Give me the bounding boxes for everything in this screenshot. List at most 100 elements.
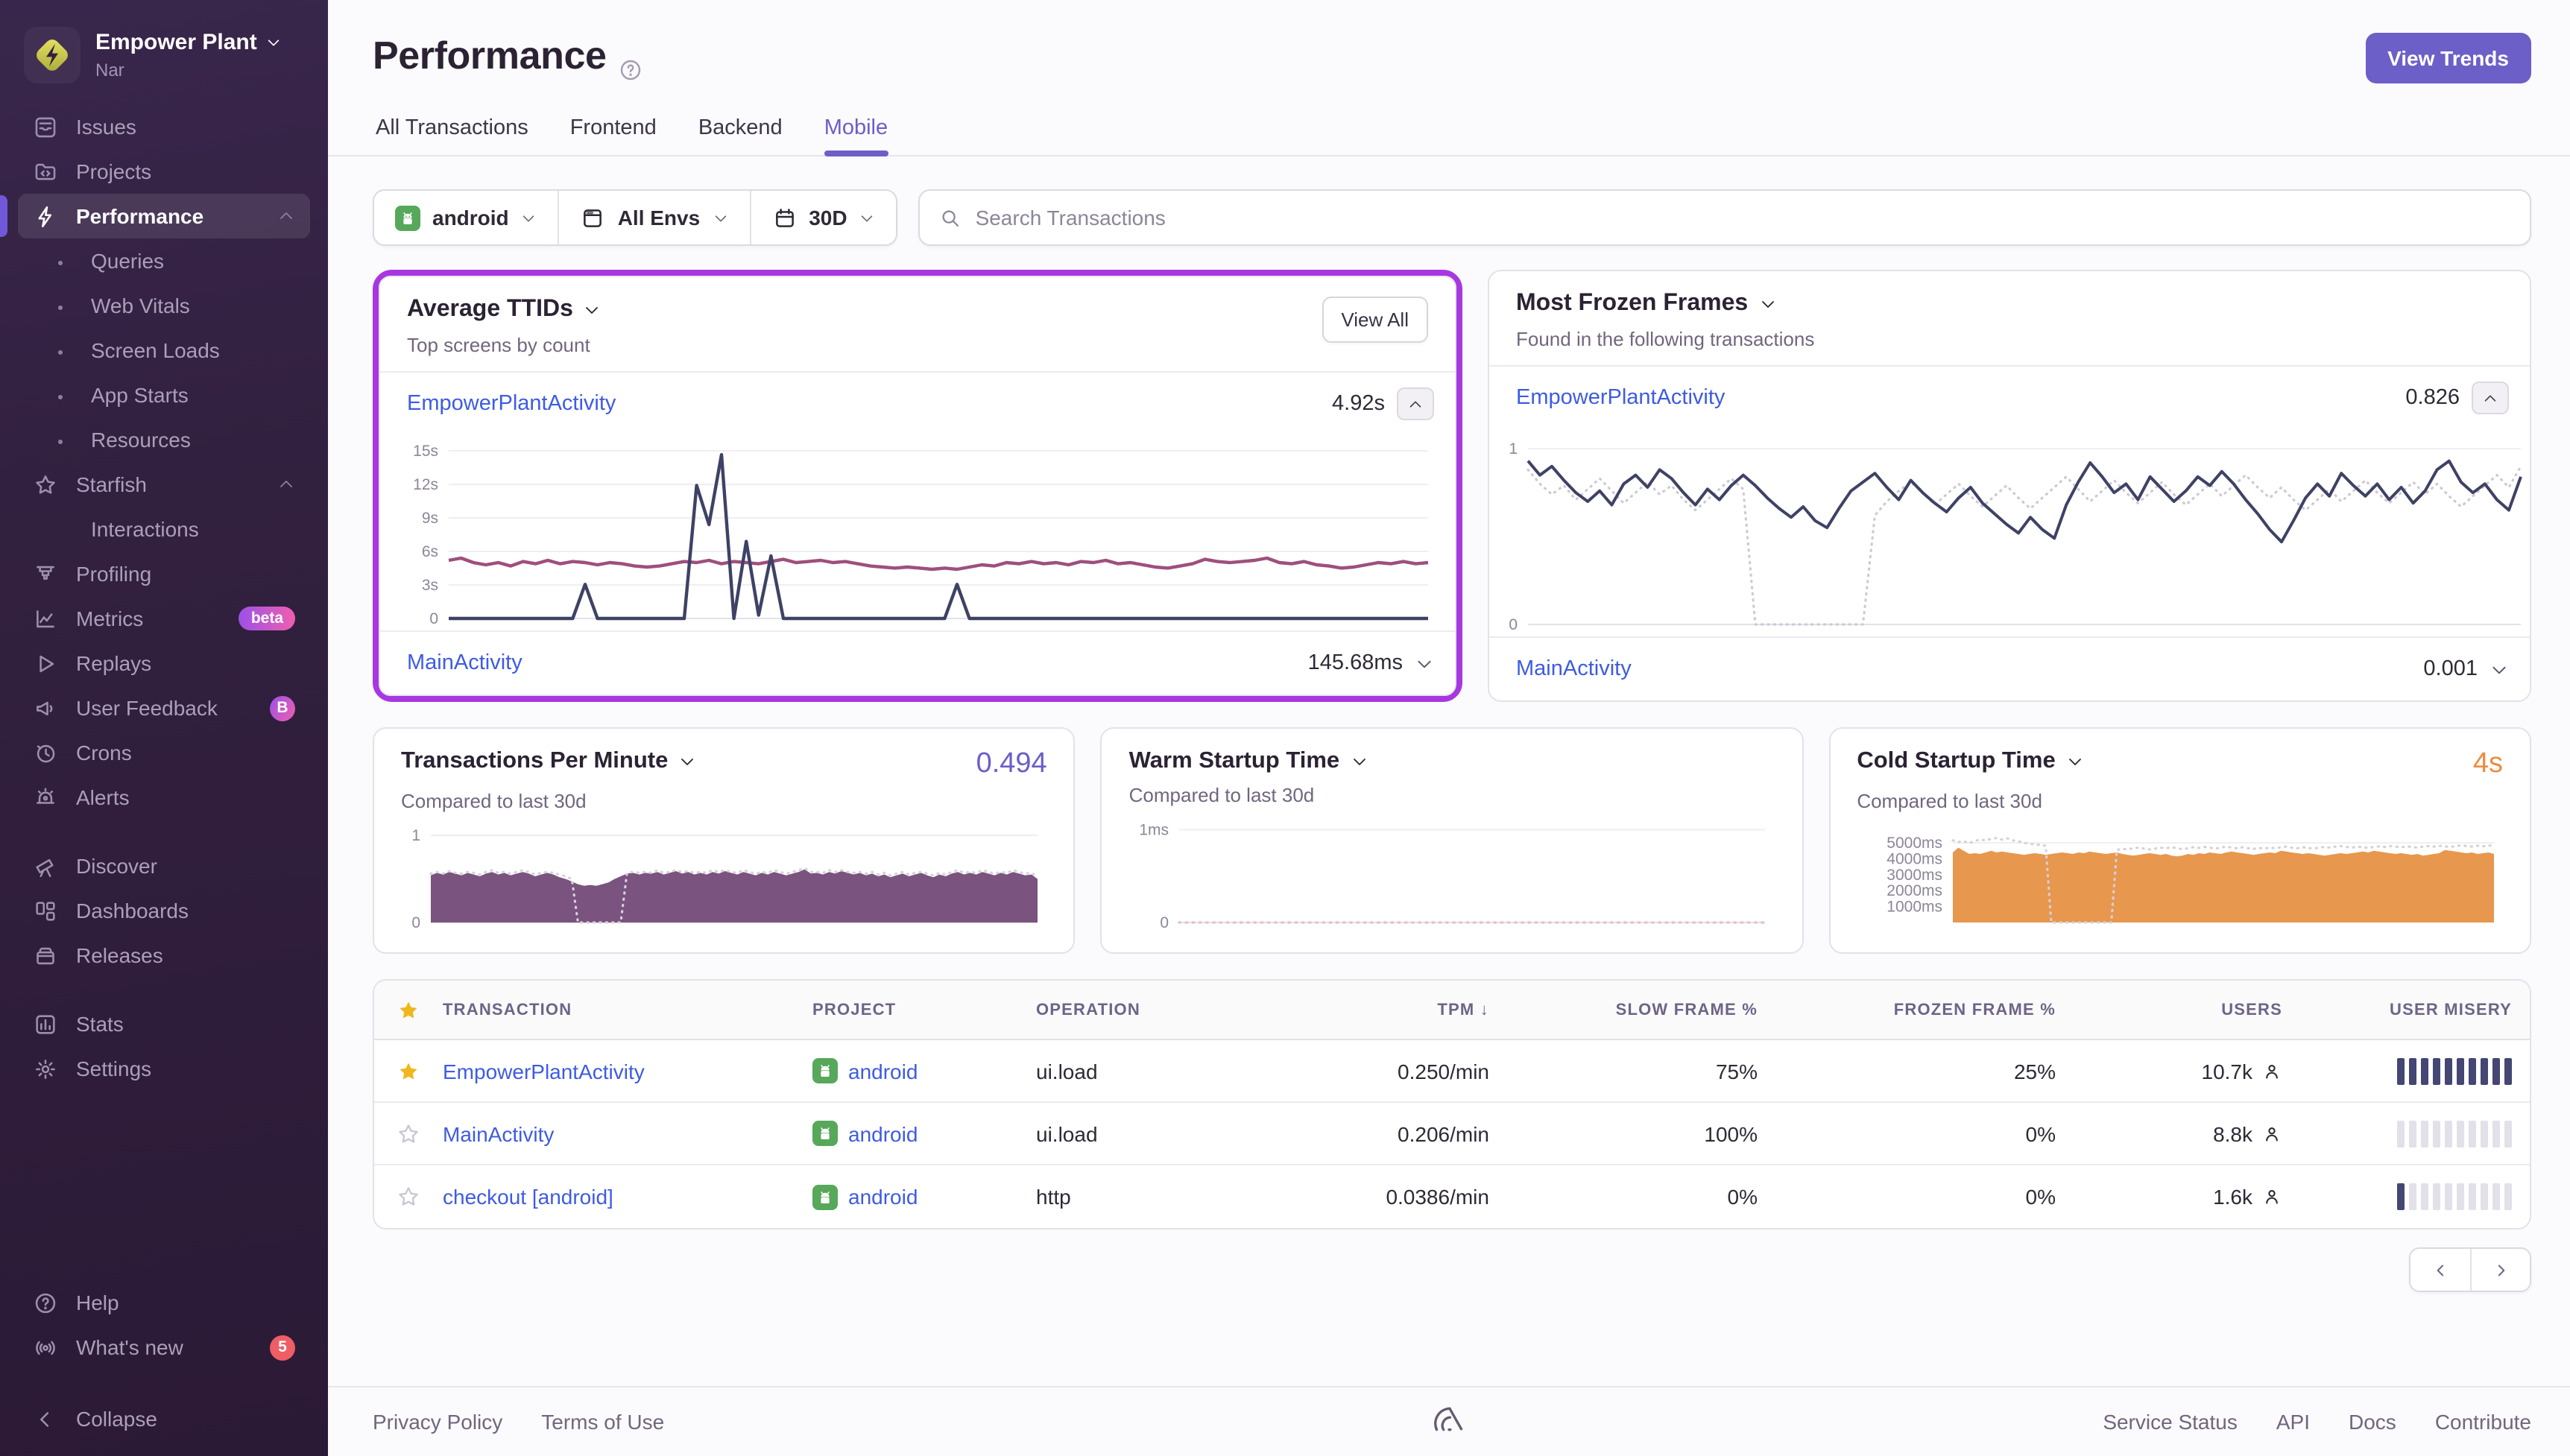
- prev-page-button[interactable]: [2410, 1249, 2470, 1291]
- column-header-tpm[interactable]: TPM ↓: [1286, 1001, 1510, 1019]
- expand-toggle-chevron[interactable]: [1415, 653, 1434, 673]
- active-accent-bar: [0, 195, 7, 237]
- transaction-link[interactable]: EmpowerPlantActivity: [443, 1059, 645, 1083]
- user-misery-bars: [2303, 1120, 2530, 1147]
- star-toggle[interactable]: [374, 1185, 443, 1209]
- avg-ttids-title[interactable]: Average TTIDs: [407, 297, 602, 323]
- search-input[interactable]: [975, 206, 2510, 230]
- footer-link-docs[interactable]: Docs: [2349, 1410, 2396, 1434]
- svg-text:6s: 6s: [422, 543, 438, 560]
- svg-text:12s: 12s: [413, 476, 438, 493]
- transaction-link[interactable]: MainActivity: [1516, 657, 1632, 681]
- sidebar-item-label: What's new: [76, 1335, 183, 1359]
- chevron-down-icon: [587, 307, 599, 314]
- tab-backend[interactable]: Backend: [698, 116, 783, 155]
- footer-link-api[interactable]: API: [2276, 1410, 2310, 1434]
- sidebar-item-crons[interactable]: Crons: [18, 730, 310, 775]
- transaction-link[interactable]: EmpowerPlantActivity: [407, 392, 616, 416]
- sidebar-item-replays[interactable]: Replays: [18, 641, 310, 686]
- tab-all-transactions[interactable]: All Transactions: [376, 116, 528, 155]
- sidebar-item-settings[interactable]: Settings: [18, 1046, 310, 1091]
- org-switcher[interactable]: Empower Plant Nar: [0, 21, 328, 104]
- column-header-slow-frame-[interactable]: SLOW FRAME %: [1510, 1001, 1778, 1019]
- star-icon: [33, 472, 58, 497]
- avg-ttids-panel: Average TTIDs Top screens by count View …: [379, 276, 1456, 696]
- tab-mobile[interactable]: Mobile: [824, 116, 888, 156]
- column-header-project[interactable]: PROJECT: [812, 1001, 1036, 1019]
- telescope-icon: [33, 853, 58, 879]
- sidebar-item-metrics[interactable]: Metrics beta: [18, 596, 310, 641]
- warm-startup-subtitle: Compared to last 30d: [1128, 784, 1315, 806]
- table-row: checkout [android] android http 0.0386/min 0…: [374, 1165, 2530, 1228]
- sidebar-collapse[interactable]: Collapse: [18, 1396, 310, 1441]
- column-header-frozen-frame-[interactable]: FROZEN FRAME %: [1778, 1001, 2077, 1019]
- help-icon[interactable]: [619, 46, 642, 80]
- sidebar-item-interactions[interactable]: Interactions: [18, 507, 310, 551]
- tab-frontend[interactable]: Frontend: [570, 116, 657, 155]
- star-toggle[interactable]: [374, 1059, 443, 1083]
- transaction-link[interactable]: MainActivity: [407, 651, 522, 675]
- column-header-operation[interactable]: OPERATION: [1036, 1001, 1286, 1019]
- sidebar-item-discover[interactable]: Discover: [18, 843, 310, 888]
- column-header-user-misery[interactable]: USER MISERY: [2303, 1001, 2530, 1019]
- project-link[interactable]: android: [848, 1121, 918, 1145]
- sidebar-item-issues[interactable]: Issues: [18, 104, 310, 149]
- sidebar-item-screen-loads[interactable]: Screen Loads: [18, 328, 310, 373]
- user-icon: [2266, 1127, 2278, 1141]
- view-all-button[interactable]: View All: [1322, 297, 1428, 343]
- project-link[interactable]: android: [848, 1059, 918, 1083]
- sidebar-item-user-feedback[interactable]: User Feedback B: [18, 686, 310, 730]
- sidebar-item-dashboards[interactable]: Dashboards: [18, 888, 310, 933]
- env-filter[interactable]: All Envs: [558, 191, 750, 244]
- collapse-toggle-button[interactable]: [2472, 382, 2509, 414]
- chevron-down-icon: [859, 209, 876, 226]
- project-filter[interactable]: android: [374, 191, 558, 244]
- sidebar-item-label: Metrics: [76, 607, 144, 630]
- next-page-button[interactable]: [2470, 1249, 2530, 1291]
- sidebar-item-stats[interactable]: Stats: [18, 1001, 310, 1046]
- frozen-frames-title[interactable]: Most Frozen Frames: [1516, 291, 1814, 317]
- cold-startup-title[interactable]: Cold Startup Time: [1857, 748, 2083, 775]
- sidebar-item-help[interactable]: Help: [18, 1280, 310, 1325]
- sidebar-item-alerts[interactable]: Alerts: [18, 775, 310, 820]
- star-toggle[interactable]: [374, 1121, 443, 1145]
- sidebar-item-performance[interactable]: Performance: [0, 194, 310, 238]
- chevron-down-icon: [1761, 301, 1774, 308]
- transaction-link[interactable]: EmpowerPlantActivity: [1516, 386, 1725, 410]
- dashboards-icon: [33, 898, 58, 923]
- footer-link-privacy-policy[interactable]: Privacy Policy: [373, 1410, 502, 1434]
- sidebar-item-label: Discover: [76, 854, 157, 878]
- transaction-link[interactable]: checkout [android]: [443, 1185, 613, 1209]
- view-trends-button[interactable]: View Trends: [2365, 33, 2531, 83]
- tpm-title[interactable]: Transactions Per Minute: [401, 748, 696, 775]
- sidebar-item-app-starts[interactable]: App Starts: [18, 373, 310, 417]
- footer-link-contribute[interactable]: Contribute: [2435, 1410, 2531, 1434]
- sidebar-item-releases[interactable]: Releases: [18, 933, 310, 978]
- sidebar-item-profiling[interactable]: Profiling: [18, 551, 310, 596]
- collapse-label: Collapse: [76, 1407, 157, 1431]
- sidebar-item-label: Stats: [76, 1012, 124, 1036]
- sidebar-item-queries[interactable]: Queries: [18, 238, 310, 283]
- footer-link-terms-of-use[interactable]: Terms of Use: [541, 1410, 664, 1434]
- sidebar-item-what-s-new[interactable]: What's new 5: [18, 1325, 310, 1370]
- collapse-toggle-button[interactable]: [1397, 387, 1434, 420]
- frozen-frame-cell: 25%: [2013, 1059, 2056, 1083]
- column-header-transaction[interactable]: TRANSACTION: [443, 1001, 812, 1019]
- chevron-down-icon: [712, 209, 728, 226]
- footer-link-service-status[interactable]: Service Status: [2103, 1410, 2238, 1434]
- sidebar-item-projects[interactable]: Projects: [18, 149, 310, 194]
- star-column-header[interactable]: [374, 998, 443, 1022]
- org-logo: [24, 27, 80, 83]
- warm-startup-title[interactable]: Warm Startup Time: [1129, 748, 1368, 775]
- expand-toggle-chevron[interactable]: [2490, 659, 2509, 679]
- date-filter[interactable]: 30D: [749, 191, 896, 244]
- sidebar-item-label: Performance: [76, 204, 204, 228]
- sidebar-item-web-vitals[interactable]: Web Vitals: [18, 283, 310, 328]
- svg-text:3000ms: 3000ms: [1887, 867, 1942, 884]
- transaction-link[interactable]: MainActivity: [443, 1121, 554, 1145]
- sidebar-item-label: Crons: [76, 741, 132, 765]
- sidebar-item-resources[interactable]: Resources: [18, 417, 310, 462]
- sidebar-item-starfish[interactable]: Starfish: [18, 462, 310, 507]
- column-header-users[interactable]: USERS: [2077, 1001, 2303, 1019]
- project-link[interactable]: android: [848, 1185, 918, 1209]
